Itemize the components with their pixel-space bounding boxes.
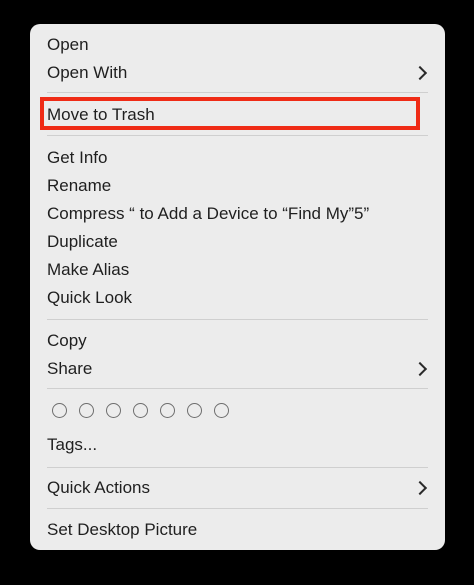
menu-item-label: Rename xyxy=(47,176,112,195)
menu-item-quick-look[interactable]: Quick Look xyxy=(30,284,445,312)
menu-item-label: Share xyxy=(47,359,93,378)
menu-item-quick-actions[interactable]: Quick Actions xyxy=(30,474,445,502)
tag-color-dot[interactable] xyxy=(79,403,94,418)
tag-color-dot[interactable] xyxy=(214,403,229,418)
menu-item-compress[interactable]: Compress “ to Add a Device to “Find My”5… xyxy=(30,200,445,228)
tag-color-dot[interactable] xyxy=(106,403,121,418)
menu-item-label: Make Alias xyxy=(47,260,130,279)
tag-color-dot[interactable] xyxy=(133,403,148,418)
menu-item-label: Quick Actions xyxy=(47,478,150,497)
tag-color-row xyxy=(52,403,229,423)
highlight-box xyxy=(40,97,420,130)
tag-color-dot[interactable] xyxy=(52,403,67,418)
menu-item-label: Open xyxy=(47,35,89,54)
tag-color-dot[interactable] xyxy=(187,403,202,418)
menu-item-set-desktop-picture[interactable]: Set Desktop Picture xyxy=(30,516,445,544)
menu-item-open-with[interactable]: Open With xyxy=(30,59,445,87)
menu-item-label: Copy xyxy=(47,331,87,350)
menu-separator xyxy=(47,388,428,389)
context-menu: Open Open With Move to Trash Get Info Re… xyxy=(30,24,445,550)
menu-item-label: Open With xyxy=(47,63,128,82)
menu-separator xyxy=(47,508,428,509)
menu-item-label: Duplicate xyxy=(47,232,118,251)
tag-color-dot[interactable] xyxy=(160,403,175,418)
menu-item-share[interactable]: Share xyxy=(30,355,445,383)
menu-separator xyxy=(47,467,428,468)
menu-item-label: Tags... xyxy=(47,435,98,454)
menu-item-rename[interactable]: Rename xyxy=(30,172,445,200)
chevron-right-icon xyxy=(412,65,428,81)
menu-separator xyxy=(47,92,428,93)
menu-item-open[interactable]: Open xyxy=(30,31,445,59)
menu-item-label: Set Desktop Picture xyxy=(47,520,198,539)
menu-item-copy[interactable]: Copy xyxy=(30,327,445,355)
menu-item-label: Quick Look xyxy=(47,288,133,307)
chevron-right-icon xyxy=(412,361,428,377)
menu-item-label: Get Info xyxy=(47,148,108,167)
menu-separator xyxy=(47,135,428,136)
menu-separator xyxy=(47,319,428,320)
menu-item-tags[interactable]: Tags... xyxy=(30,431,445,459)
menu-item-get-info[interactable]: Get Info xyxy=(30,144,445,172)
menu-item-make-alias[interactable]: Make Alias xyxy=(30,256,445,284)
menu-item-label: Compress “ to Add a Device to “Find My”5… xyxy=(47,204,370,223)
menu-item-duplicate[interactable]: Duplicate xyxy=(30,228,445,256)
chevron-right-icon xyxy=(412,480,428,496)
